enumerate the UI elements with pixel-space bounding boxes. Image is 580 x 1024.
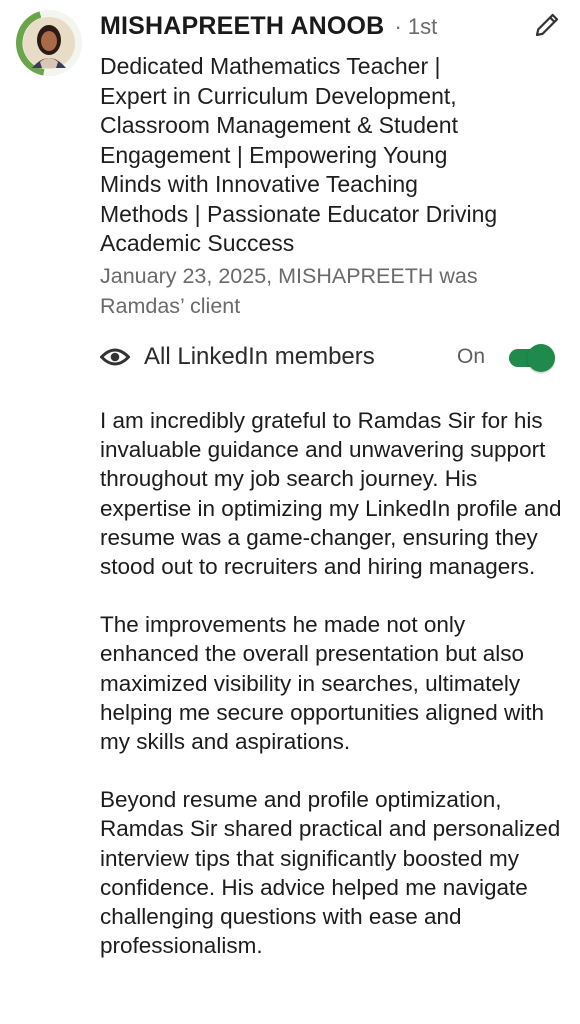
- eye-icon: [100, 348, 130, 366]
- visibility-label: All LinkedIn members: [144, 343, 375, 370]
- avatar[interactable]: [16, 10, 82, 76]
- avatar-image: [16, 10, 82, 76]
- visibility-state: On: [456, 345, 485, 368]
- toggle-knob: [527, 344, 555, 372]
- visibility-setting: All LinkedIn members On: [100, 340, 555, 374]
- connection-degree: · 1st: [394, 14, 438, 39]
- profile-name[interactable]: MISHAPREETH ANOOB: [100, 12, 384, 41]
- profile-headline: Dedicated Mathematics Teacher | Expert i…: [100, 53, 498, 256]
- recommendation-paragraph: I am incredibly grateful to Ramdas Sir f…: [100, 408, 562, 580]
- visibility-toggle[interactable]: [509, 344, 555, 372]
- recommendation-paragraph: The improvements he made not only enhanc…: [100, 612, 545, 755]
- recommendation-header: MISHAPREETH ANOOB · 1st Dedicated Mathem…: [0, 0, 580, 330]
- recommendation-meta: January 23, 2025, MISHAPREETH was Ramdas…: [100, 264, 478, 318]
- name-row: MISHAPREETH ANOOB · 1st: [100, 12, 520, 41]
- recommendation-paragraph: Beyond resume and profile optimization, …: [100, 787, 561, 959]
- pencil-icon[interactable]: [532, 10, 562, 40]
- recommendation-text: I am incredibly grateful to Ramdas Sir f…: [100, 406, 570, 989]
